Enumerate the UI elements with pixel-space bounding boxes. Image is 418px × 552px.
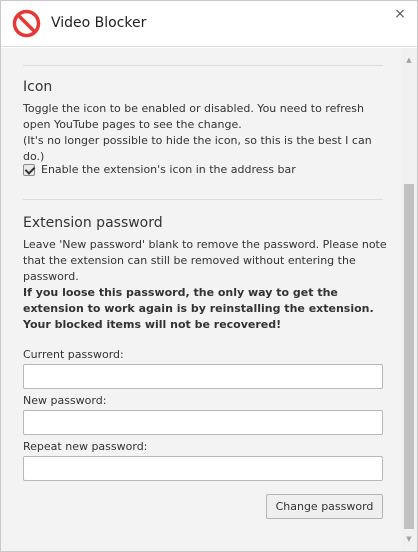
section-divider bbox=[23, 199, 383, 200]
new-password-label: New password: bbox=[23, 394, 107, 407]
enable-icon-checkbox-label: Enable the extension's icon in the addre… bbox=[41, 163, 296, 176]
repeat-password-input[interactable] bbox=[23, 456, 383, 481]
scroll-down-arrow-icon[interactable]: ▼ bbox=[401, 531, 417, 547]
top-divider bbox=[23, 65, 383, 66]
repeat-password-label: Repeat new password: bbox=[23, 440, 148, 453]
icon-section-description: Toggle the icon to be enabled or disable… bbox=[23, 102, 364, 131]
settings-dialog: Video Blocker × Icon Toggle the icon to … bbox=[0, 0, 418, 552]
no-entry-icon bbox=[12, 9, 41, 38]
password-warning: If you loose this password, the only way… bbox=[23, 286, 374, 331]
password-section-title: Extension password bbox=[23, 215, 163, 231]
icon-toggle-row[interactable]: Enable the extension's icon in the addre… bbox=[23, 163, 296, 176]
icon-section-note: (It's no longer possible to hide the ico… bbox=[23, 134, 372, 163]
dialog-header: Video Blocker × bbox=[1, 1, 417, 47]
close-icon[interactable]: × bbox=[392, 6, 408, 22]
current-password-label: Current password: bbox=[23, 348, 124, 361]
password-section-description: Leave 'New password' blank to remove the… bbox=[23, 238, 387, 283]
settings-content: Icon Toggle the icon to be enabled or di… bbox=[1, 48, 401, 551]
scrollbar-thumb[interactable] bbox=[404, 184, 414, 529]
icon-section-title: Icon bbox=[23, 79, 53, 95]
new-password-input[interactable] bbox=[23, 410, 383, 435]
vertical-scrollbar[interactable]: ▲ ▼ bbox=[401, 48, 417, 551]
scroll-up-arrow-icon[interactable]: ▲ bbox=[401, 52, 417, 68]
app-title: Video Blocker bbox=[51, 15, 147, 31]
current-password-input[interactable] bbox=[23, 364, 383, 389]
change-password-button[interactable]: Change password bbox=[266, 494, 383, 519]
enable-icon-checkbox[interactable] bbox=[23, 163, 35, 176]
